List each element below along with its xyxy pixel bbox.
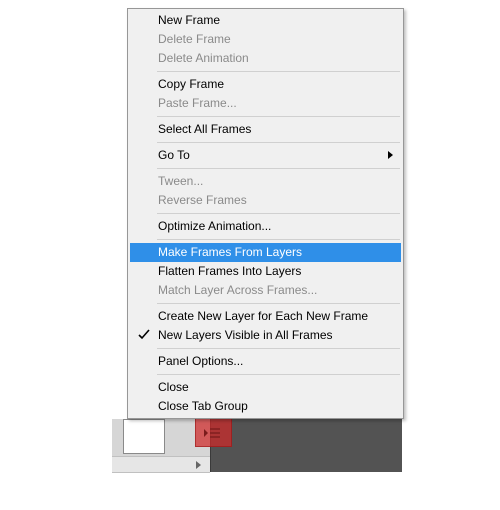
menu-item-label: Panel Options...	[158, 354, 243, 368]
menu-item-close-tab-group[interactable]: Close Tab Group	[130, 397, 401, 416]
submenu-arrow-icon	[388, 151, 393, 159]
menu-item-paste-frame: Paste Frame...	[130, 94, 401, 113]
panel-context-menu[interactable]: New Frame Delete Frame Delete Animation Cop…	[127, 8, 404, 419]
menu-item-label: Reverse Frames	[158, 193, 247, 207]
frame-thumbnail[interactable]	[123, 419, 165, 454]
menu-item-label: Paste Frame...	[158, 96, 237, 110]
menu-item-new-layers-visible-in-all-frames[interactable]: New Layers Visible in All Frames	[130, 326, 401, 345]
menu-separator	[157, 116, 400, 117]
menu-item-label: Create New Layer for Each New Frame	[158, 309, 368, 323]
scroll-right-icon	[196, 461, 201, 469]
menu-item-create-new-layer-for-each-new-frame[interactable]: Create New Layer for Each New Frame	[130, 307, 401, 326]
menu-item-delete-frame: Delete Frame	[130, 30, 401, 49]
menu-item-reverse-frames: Reverse Frames	[130, 191, 401, 210]
menu-item-new-frame[interactable]: New Frame	[130, 11, 401, 30]
menu-item-label: Optimize Animation...	[158, 219, 271, 233]
menu-item-label: Tween...	[158, 174, 203, 188]
menu-item-flatten-frames-into-layers[interactable]: Flatten Frames Into Layers	[130, 262, 401, 281]
menu-item-label: Close	[158, 380, 189, 394]
menu-item-match-layer-across-frames: Match Layer Across Frames...	[130, 281, 401, 300]
menu-item-make-frames-from-layers[interactable]: Make Frames From Layers	[130, 243, 401, 262]
menu-item-label: Delete Frame	[158, 32, 231, 46]
panel-menu-button[interactable]	[195, 418, 232, 447]
menu-item-optimize-animation[interactable]: Optimize Animation...	[130, 217, 401, 236]
menu-item-panel-options[interactable]: Panel Options...	[130, 352, 401, 371]
check-icon	[138, 328, 152, 342]
menu-separator	[157, 374, 400, 375]
menu-item-label: Make Frames From Layers	[158, 245, 302, 259]
menu-separator	[157, 71, 400, 72]
menu-separator	[157, 239, 400, 240]
menu-item-select-all-frames[interactable]: Select All Frames	[130, 120, 401, 139]
menu-item-label: New Layers Visible in All Frames	[158, 328, 333, 342]
menu-separator	[157, 303, 400, 304]
menu-separator	[157, 213, 400, 214]
menu-item-delete-animation: Delete Animation	[130, 49, 401, 68]
menu-item-tween: Tween...	[130, 172, 401, 191]
menu-separator	[157, 168, 400, 169]
menu-item-label: Go To	[158, 148, 190, 162]
menu-item-label: Close Tab Group	[158, 399, 248, 413]
panel-menu-icon	[204, 427, 222, 439]
menu-item-label: New Frame	[158, 13, 220, 27]
menu-separator	[157, 142, 400, 143]
menu-item-close[interactable]: Close	[130, 378, 401, 397]
menu-item-label: Copy Frame	[158, 77, 224, 91]
menu-item-label: Select All Frames	[158, 122, 251, 136]
menu-item-label: Match Layer Across Frames...	[158, 283, 317, 297]
panel-scroll-row[interactable]	[112, 456, 210, 473]
menu-item-label: Flatten Frames Into Layers	[158, 264, 301, 278]
menu-separator	[157, 348, 400, 349]
menu-item-go-to[interactable]: Go To	[130, 146, 401, 165]
menu-item-label: Delete Animation	[158, 51, 249, 65]
menu-item-copy-frame[interactable]: Copy Frame	[130, 75, 401, 94]
